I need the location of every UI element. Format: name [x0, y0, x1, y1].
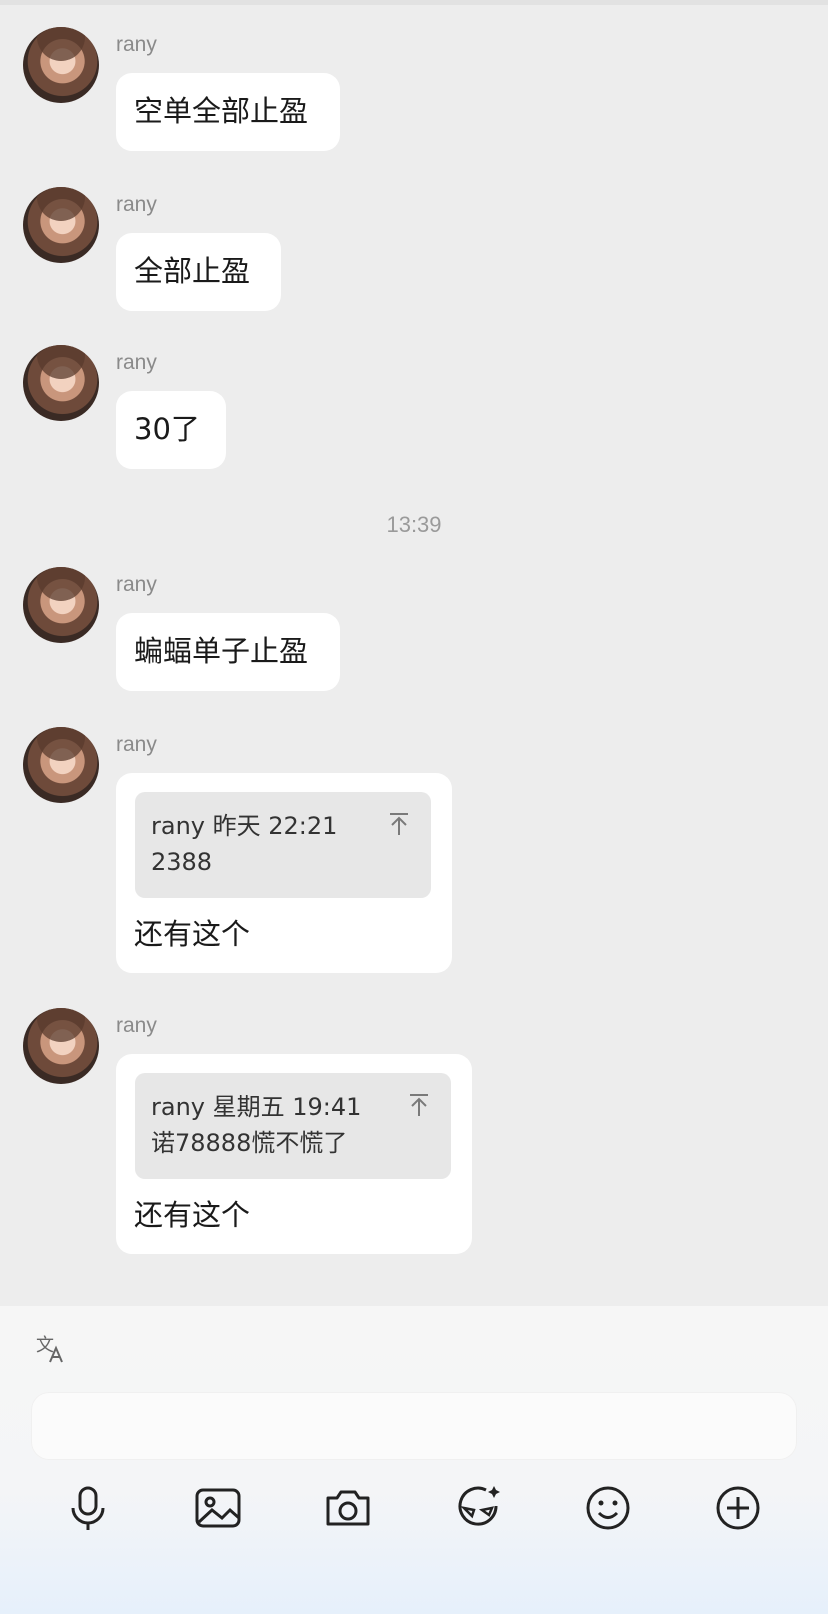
- message-text: 还有这个: [134, 917, 251, 951]
- quote-body: 诺78888慌不慌了: [151, 1129, 348, 1157]
- plus-icon[interactable]: [712, 1482, 764, 1534]
- message-text: 还有这个: [134, 1198, 251, 1232]
- quote-header: rany 昨天 22:21: [151, 812, 338, 840]
- message-text: 空单全部止盈: [134, 94, 309, 128]
- chat-thread[interactable]: rany 空单全部止盈 rany 全部止盈 rany 30了 13:39 ran…: [0, 0, 828, 1306]
- svg-text:文: 文: [36, 1335, 54, 1356]
- jump-to-top-icon[interactable]: [389, 812, 409, 836]
- message-bubble[interactable]: 30了: [116, 391, 226, 469]
- image-icon[interactable]: [192, 1482, 244, 1534]
- sticker-icon[interactable]: [452, 1482, 504, 1534]
- message-text: 蝙蝠单子止盈: [134, 634, 309, 668]
- message-bubble[interactable]: rany 昨天 22:21 2388 还有这个: [116, 773, 452, 973]
- avatar[interactable]: [23, 27, 99, 103]
- message-bubble[interactable]: 蝙蝠单子止盈: [116, 613, 340, 691]
- quoted-message[interactable]: rany 星期五 19:41 诺78888慌不慌了: [135, 1073, 451, 1179]
- message-input[interactable]: [31, 1392, 797, 1460]
- jump-to-top-icon[interactable]: [409, 1093, 429, 1117]
- quoted-message[interactable]: rany 昨天 22:21 2388: [135, 792, 431, 898]
- microphone-icon[interactable]: [62, 1482, 114, 1534]
- timestamp: 13:39: [386, 512, 442, 537]
- translate-icon[interactable]: 文: [34, 1332, 66, 1364]
- avatar[interactable]: [23, 1008, 99, 1084]
- avatar[interactable]: [23, 187, 99, 263]
- sender-name: rany: [116, 193, 157, 216]
- message-bubble[interactable]: rany 星期五 19:41 诺78888慌不慌了 还有这个: [116, 1054, 472, 1254]
- camera-icon[interactable]: [322, 1482, 374, 1534]
- message-bubble[interactable]: 空单全部止盈: [116, 73, 340, 151]
- sender-name: rany: [116, 1014, 157, 1037]
- message-text: 30了: [134, 412, 200, 446]
- avatar[interactable]: [23, 567, 99, 643]
- sender-name: rany: [116, 351, 157, 374]
- quote-body: 2388: [151, 848, 213, 876]
- avatar[interactable]: [23, 345, 99, 421]
- composer-area: 文: [0, 1306, 828, 1614]
- emoji-icon[interactable]: [582, 1482, 634, 1534]
- quote-header: rany 星期五 19:41: [151, 1093, 362, 1121]
- sender-name: rany: [116, 573, 157, 596]
- message-bubble[interactable]: 全部止盈: [116, 233, 281, 311]
- sender-name: rany: [116, 733, 157, 756]
- avatar[interactable]: [23, 727, 99, 803]
- sender-name: rany: [116, 33, 157, 56]
- message-text: 全部止盈: [134, 254, 251, 288]
